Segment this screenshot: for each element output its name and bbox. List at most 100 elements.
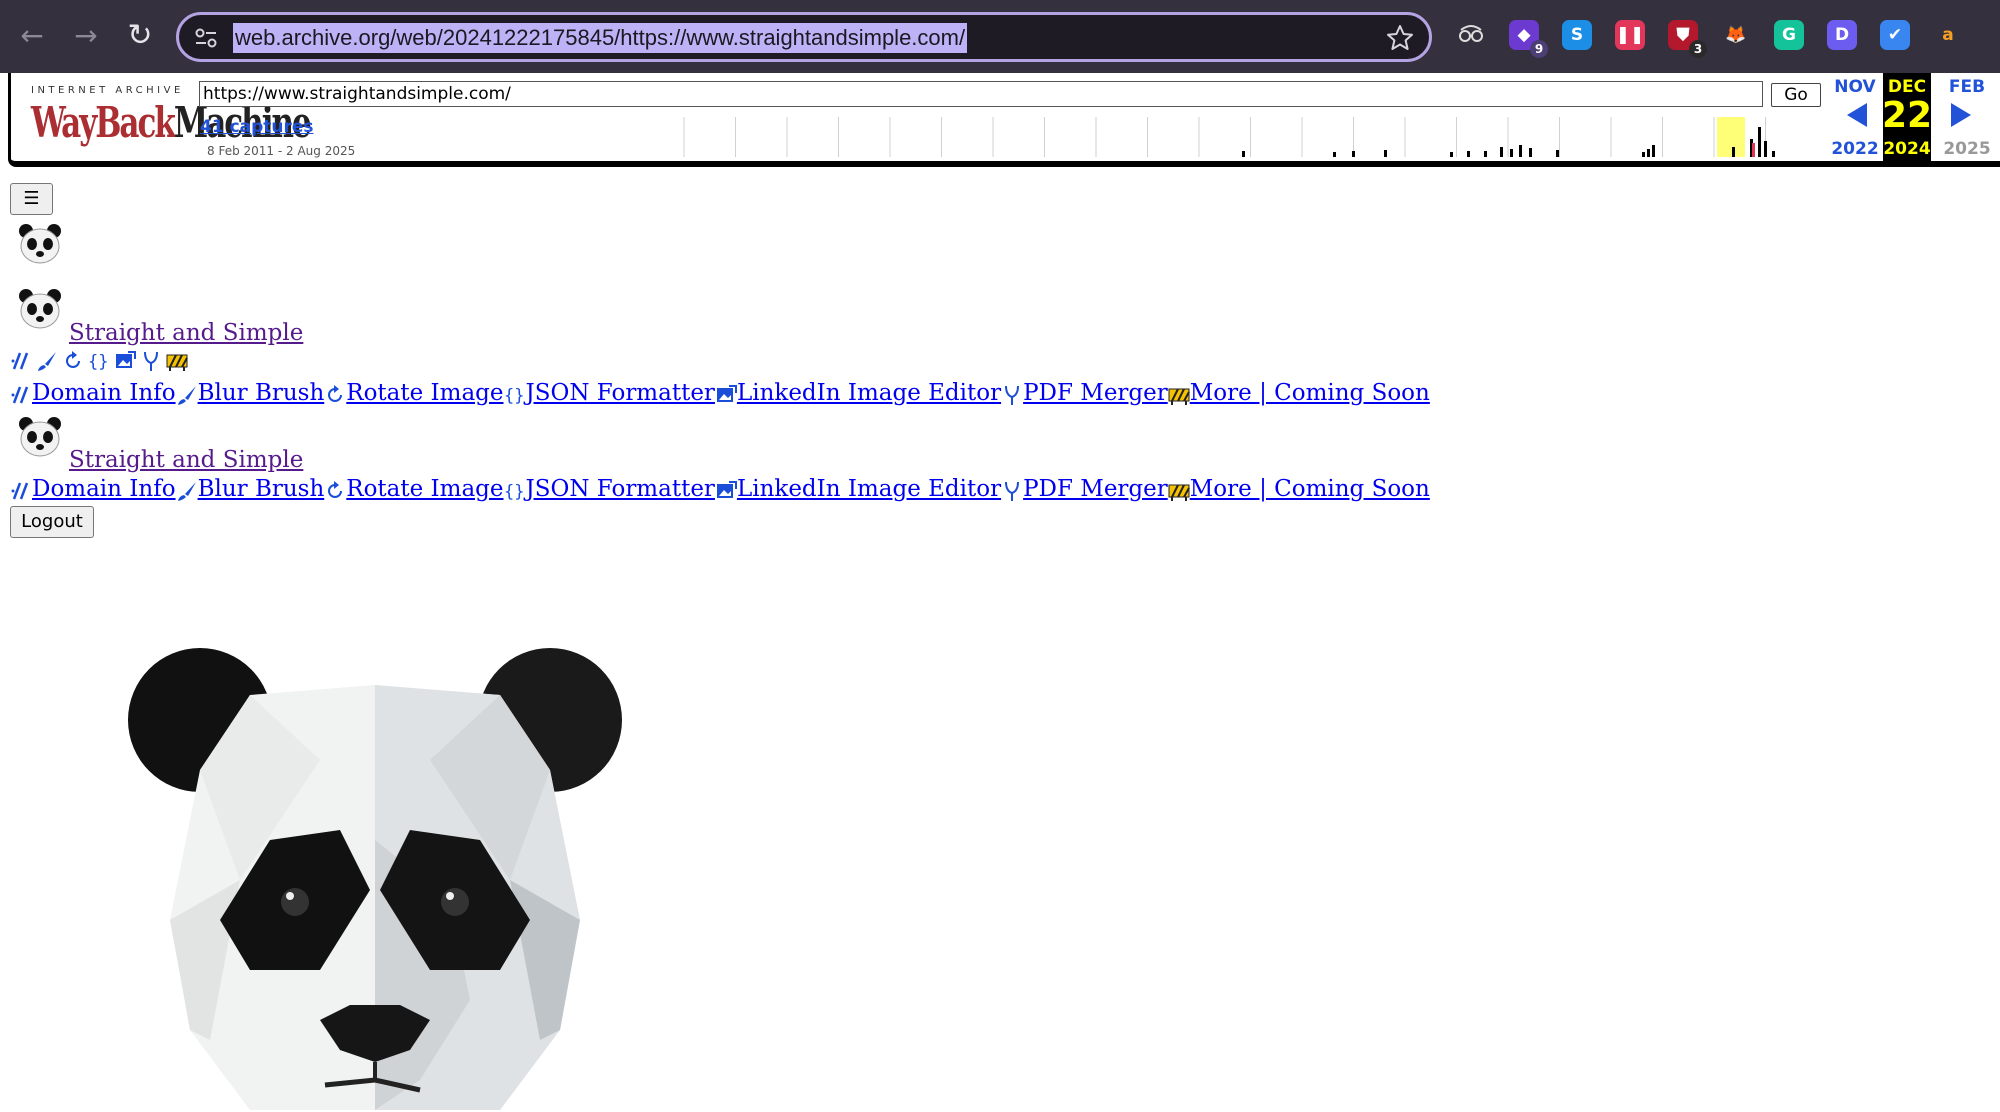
sparkline-bar [1510,149,1513,157]
reload-icon[interactable]: ↻ [120,16,160,56]
tool-icon-row: {} [10,348,188,374]
brush-icon[interactable] [36,350,58,372]
prev-year-link[interactable]: 2022 [1825,139,1885,159]
svg-text:{}: {} [504,482,524,502]
merge-icon [1005,385,1020,405]
back-arrow-icon[interactable]: ← [12,16,52,56]
next-capture-arrow-icon[interactable] [1951,103,1971,127]
nav-link-more-coming-soon[interactable]: More | Coming Soon [1190,380,1430,406]
sparkline-bar [1556,150,1559,157]
image-edit-icon[interactable] [114,350,136,372]
metamask-fox-icon[interactable]: 🦊 [1721,20,1751,50]
merge-icon [1005,481,1020,501]
sparkline-bar [1242,151,1245,157]
construction-icon [1168,484,1190,501]
nav-link-domain-info[interactable]: Domain Info [32,476,176,502]
wayback-url-input[interactable]: https://www.straightandsimple.com/ [199,81,1763,107]
domain-slashes-icon [11,386,29,404]
sparkline-bar [1652,145,1655,157]
sparkline-bar [1500,147,1503,157]
next-year-link[interactable]: 2025 [1937,139,1997,159]
brush-icon [177,386,196,405]
braces-icon[interactable]: {} [88,350,110,372]
nav-link-domain-info[interactable]: Domain Info [32,380,176,406]
svg-text:{}: {} [88,352,108,372]
checkmark-shield-icon[interactable]: ✔ [1880,20,1910,50]
nav-link-blur-brush[interactable]: Blur Brush [198,380,325,406]
sparkline-current-capture [1752,143,1755,157]
grammarly-icon[interactable]: G [1774,20,1804,50]
next-month-link[interactable]: FEB [1937,77,1997,97]
sparkline-bar [1352,151,1355,157]
merge-icon[interactable] [140,350,162,372]
bookmark-star-icon[interactable] [1385,23,1415,53]
wayback-toolbar: INTERNET ARCHIVE WayBackMachine https://… [8,73,2000,167]
shield-icon[interactable]: ⛊ 3 [1668,20,1707,58]
forward-arrow-icon[interactable]: → [66,16,106,56]
nav-link-more-coming-soon[interactable]: More | Coming Soon [1190,476,1430,502]
shazam-icon[interactable]: S [1562,20,1592,50]
sparkline-bar [1732,147,1735,157]
spy-glasses-icon[interactable] [1456,20,1486,50]
sparkline-bar [1758,127,1761,157]
sparkline-bar [1642,152,1645,157]
nav-link-rotate-image[interactable]: Rotate Image [346,380,503,406]
rotate-icon[interactable] [62,350,84,372]
construction-icon[interactable] [166,350,188,372]
rotate-icon [328,385,343,402]
prev-capture-arrow-icon[interactable] [1847,103,1867,127]
brand-link[interactable]: Straight and Simple [69,320,303,346]
site-settings-icon[interactable] [193,25,219,51]
tool-nav: Domain Info Blur Brush Rotate Image{} JSON … [10,474,1430,502]
nav-link-blur-brush[interactable]: Blur Brush [198,476,325,502]
nav-link-pdf-merger[interactable]: PDF Merger [1023,380,1168,406]
current-month: DEC [1887,77,1927,97]
current-day: 22 [1881,95,1933,136]
d-letter-icon[interactable]: D [1827,20,1857,50]
url-text[interactable]: web.archive.org/web/20241222175845/https… [233,23,968,53]
nav-link-json-formatter[interactable]: JSON Formatter [526,380,715,406]
browser-toolbar: ← → ↻ web.archive.org/web/20241222175845… [0,0,2000,73]
braces-icon: {} [504,482,524,502]
sparkline-bar [1333,152,1336,157]
sparkline-bar [1764,141,1767,157]
braces-icon: {} [504,386,524,406]
current-year: 2024 [1883,139,1931,159]
brand-link[interactable]: Straight and Simple [69,447,303,473]
nav-link-pdf-merger[interactable]: PDF Merger [1023,476,1168,502]
panda-logo-icon [19,224,61,264]
domain-slashes-icon [11,482,29,500]
image-edit-icon [716,385,737,402]
capture-date-range: 8 Feb 2011 - 2 Aug 2025 [207,144,356,158]
address-bar[interactable]: web.archive.org/web/20241222175845/https… [176,12,1432,62]
sparkline-bar [1519,145,1522,157]
pause-block-icon[interactable]: ❚❚ [1615,20,1645,50]
capture-sparkline[interactable] [672,117,1822,161]
domain-slashes-icon[interactable] [10,350,32,372]
sparkline-bar [1647,149,1650,157]
sparkline-bar [1450,152,1453,157]
panda-logo-icon[interactable] [17,415,63,459]
construction-icon [1168,388,1190,405]
tool-nav: Domain Info Blur Brush Rotate Image{} JSON … [10,378,1430,406]
captures-link[interactable]: 41 captures [200,117,314,137]
sparkline-bar [1484,151,1487,157]
image-edit-icon [716,481,737,498]
go-button[interactable]: Go [1771,83,1821,107]
menu-toggle-button[interactable]: ☰ [10,183,53,215]
sparkline-current-year-highlight [1717,117,1745,157]
nav-link-linkedin-image-editor[interactable]: LinkedIn Image Editor [737,380,1001,406]
sparkline-bar [1529,148,1532,157]
gem-icon[interactable]: ◆ 9 [1509,20,1548,58]
sparkline-bar [1467,151,1470,157]
sparkline-bar [1772,151,1775,157]
amazon-icon[interactable]: a [1933,20,1963,50]
prev-month-link[interactable]: NOV [1825,77,1885,97]
nav-link-rotate-image[interactable]: Rotate Image [346,476,503,502]
nav-link-linkedin-image-editor[interactable]: LinkedIn Image Editor [737,476,1001,502]
panda-logo-icon[interactable] [17,287,63,331]
nav-link-json-formatter[interactable]: JSON Formatter [526,476,715,502]
panda-hero-image [128,648,622,1110]
internet-archive-label: INTERNET ARCHIVE [31,85,184,96]
logout-button[interactable]: Logout [10,506,94,538]
